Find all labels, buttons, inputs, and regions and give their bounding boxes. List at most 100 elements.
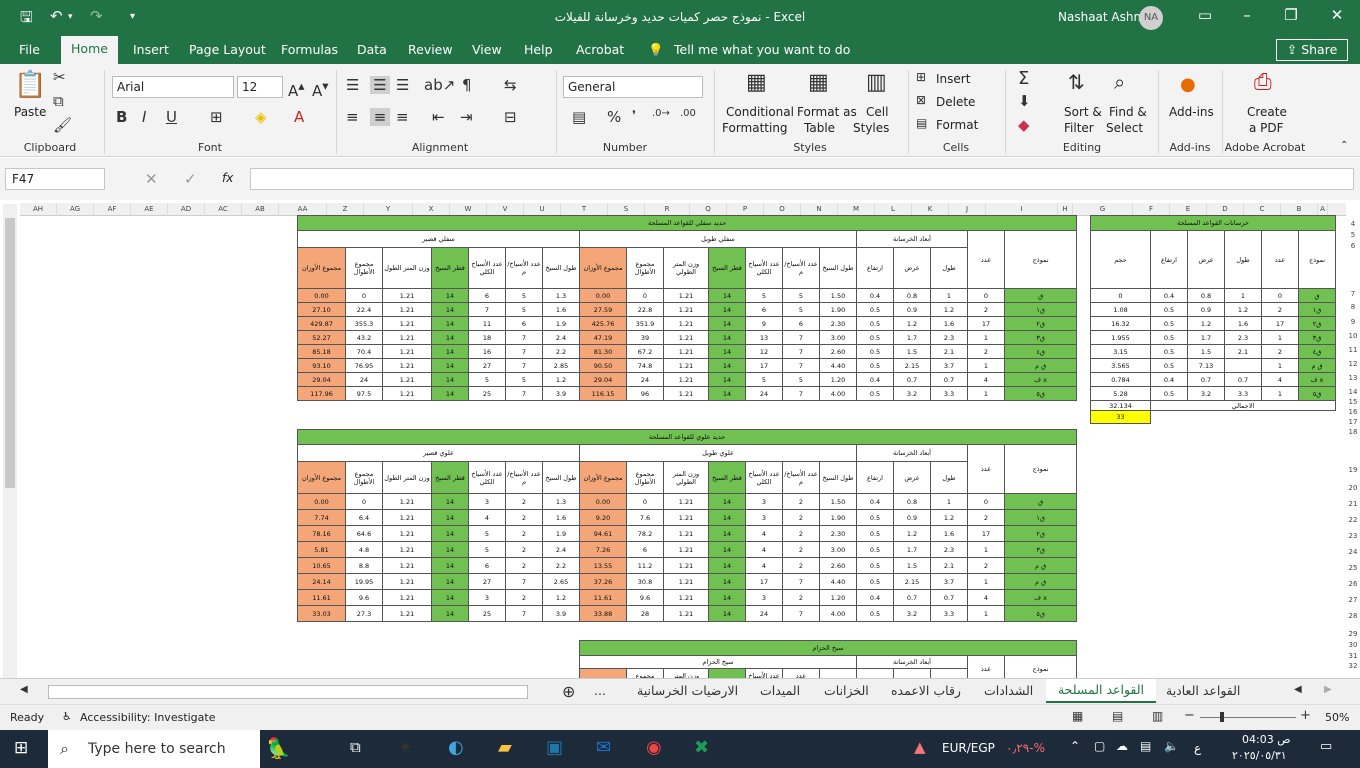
table-cell[interactable]: 24 [745, 386, 783, 401]
sort-filter-label-1[interactable]: Sort & [1064, 105, 1102, 119]
table-cell[interactable]: 52.27 [297, 330, 346, 345]
comma-icon[interactable]: ❜ [632, 108, 636, 122]
table-cell[interactable]: 7.26 [579, 541, 627, 558]
tab-page-layout[interactable]: Page Layout [189, 42, 266, 57]
table-cell[interactable]: 2 [967, 509, 1005, 526]
table-cell[interactable]: 1.21 [382, 541, 432, 558]
table-cell[interactable]: 14 [431, 344, 469, 359]
table-cell[interactable]: 27.3 [345, 605, 383, 622]
table-cell[interactable]: 2.65 [542, 573, 580, 590]
increase-indent-icon[interactable]: ⇥ [460, 108, 473, 126]
table-cell[interactable]: 24.14 [297, 573, 346, 590]
decrease-font-icon[interactable]: A▾ [312, 78, 329, 100]
table-cell[interactable]: 0 [626, 493, 664, 510]
increase-decimal-icon[interactable]: .0→ [652, 108, 670, 119]
table-cell[interactable]: 2 [505, 509, 543, 526]
zoom-out-icon[interactable]: − [1184, 708, 1195, 723]
table-cell[interactable]: 7 [505, 358, 543, 373]
table-cell[interactable]: 0.7 [893, 372, 931, 387]
table-cell[interactable]: 1.2 [893, 525, 931, 542]
zoom-slider[interactable] [1200, 717, 1296, 718]
cloud-icon[interactable]: ☁ [1116, 739, 1128, 753]
row-header-cell[interactable]: 30 [1346, 641, 1360, 649]
table-cell[interactable]: 1.21 [663, 573, 709, 590]
table-cell[interactable]: 1.6 [1224, 316, 1262, 331]
table-cell[interactable]: 0.5 [856, 302, 894, 317]
row-header-cell[interactable]: 15 [1346, 398, 1360, 406]
table-cell[interactable]: 0.4 [856, 493, 894, 510]
delete-button[interactable]: Delete [936, 95, 975, 109]
table-cell[interactable]: 25 [468, 386, 506, 401]
create-pdf-label-1[interactable]: Create [1247, 105, 1287, 119]
table-cell[interactable]: 14 [708, 573, 746, 590]
table-cell[interactable]: 0 [345, 288, 383, 303]
table-cell[interactable]: 1.5 [893, 557, 931, 574]
table-cell[interactable]: 1.6 [542, 302, 580, 317]
tab-help[interactable]: Help [524, 42, 553, 57]
autosum-icon[interactable]: Σ [1018, 68, 1029, 89]
table-cell[interactable]: 0.5 [856, 316, 894, 331]
table-cell[interactable]: 24 [626, 372, 664, 387]
table-cell[interactable]: 67.2 [626, 344, 664, 359]
row-header-cell[interactable]: 28 [1346, 612, 1360, 620]
table-cell[interactable]: 1.7 [1187, 330, 1225, 345]
table-cell[interactable]: 24 [345, 372, 383, 387]
table-cell[interactable]: 5 [782, 302, 820, 317]
currency-pair[interactable]: EUR/EGP [942, 741, 995, 755]
table-cell[interactable]: 1.6 [930, 316, 968, 331]
row-header-cell[interactable]: 7 [1346, 290, 1360, 298]
name-box[interactable]: F47 [5, 168, 105, 190]
row-header-cell[interactable]: 13 [1346, 374, 1360, 382]
table-cell[interactable]: 2.30 [819, 525, 857, 542]
table-cell[interactable]: 1.955 [1090, 330, 1151, 345]
table-cell[interactable]: 5 [745, 372, 783, 387]
orientation-icon[interactable]: ab↗ [424, 76, 455, 94]
row-header-cell[interactable]: 14 [1346, 388, 1360, 396]
font-color-icon[interactable]: A [294, 108, 304, 126]
table-cell[interactable]: 1.21 [382, 344, 432, 359]
table-cell[interactable]: 14 [431, 302, 469, 317]
table-cell[interactable]: 14 [431, 525, 469, 542]
row-header-cell[interactable]: 11 [1346, 346, 1360, 354]
insert-function-button[interactable]: fx [222, 171, 233, 185]
table-cell[interactable]: 0.8 [893, 288, 931, 303]
table-cell[interactable]: 0.7 [1187, 372, 1225, 387]
table-cell[interactable]: 4 [468, 509, 506, 526]
table-cell[interactable]: 70.4 [345, 344, 383, 359]
table-cell[interactable]: 3.3 [930, 605, 968, 622]
table-cell[interactable]: 2.60 [819, 344, 857, 359]
percent-icon[interactable]: % [607, 108, 621, 126]
table-cell[interactable]: 1 [967, 541, 1005, 558]
share-button[interactable]: ⇪ Share [1276, 39, 1348, 61]
table-cell[interactable]: 14 [431, 589, 469, 606]
table-cell[interactable]: 0.5 [1150, 302, 1188, 317]
table-cell[interactable]: ق١ [1003, 302, 1078, 317]
table-cell[interactable]: 1.21 [382, 358, 432, 373]
paste-button[interactable]: Paste [14, 105, 46, 119]
table-cell[interactable]: 14 [708, 541, 746, 558]
table-cell[interactable]: 29.04 [579, 372, 627, 387]
table-cell[interactable]: 0.7 [930, 589, 968, 606]
table-cell[interactable]: 6 [782, 316, 820, 331]
bold-icon[interactable]: B [116, 108, 127, 126]
table-cell[interactable]: 6.4 [345, 509, 383, 526]
table-cell[interactable]: 1.21 [663, 557, 709, 574]
table-cell[interactable]: 1.21 [663, 493, 709, 510]
table-cell[interactable]: 14 [708, 358, 746, 373]
table-cell[interactable]: ق٢ [1003, 525, 1078, 542]
table-cell[interactable]: 2 [1261, 302, 1299, 317]
table-cell[interactable]: 2.2 [542, 344, 580, 359]
addins-icon[interactable]: ● [1180, 74, 1196, 95]
page-break-view-icon[interactable]: ▥ [1152, 709, 1163, 723]
table-cell[interactable]: 1.2 [930, 302, 968, 317]
table-cell[interactable]: 64.6 [345, 525, 383, 542]
cancel-icon[interactable]: ✕ [145, 170, 158, 188]
underline-icon[interactable]: U [166, 108, 177, 126]
table-cell[interactable]: ق٣ [1297, 330, 1337, 345]
table-cell[interactable]: 2 [505, 493, 543, 510]
table-cell[interactable]: 78.16 [297, 525, 346, 542]
table-cell[interactable]: 0.5 [856, 605, 894, 622]
table-cell[interactable]: 1.2 [542, 589, 580, 606]
decrease-indent-icon[interactable]: ⇤ [432, 108, 445, 126]
table-cell[interactable]: 2 [967, 557, 1005, 574]
